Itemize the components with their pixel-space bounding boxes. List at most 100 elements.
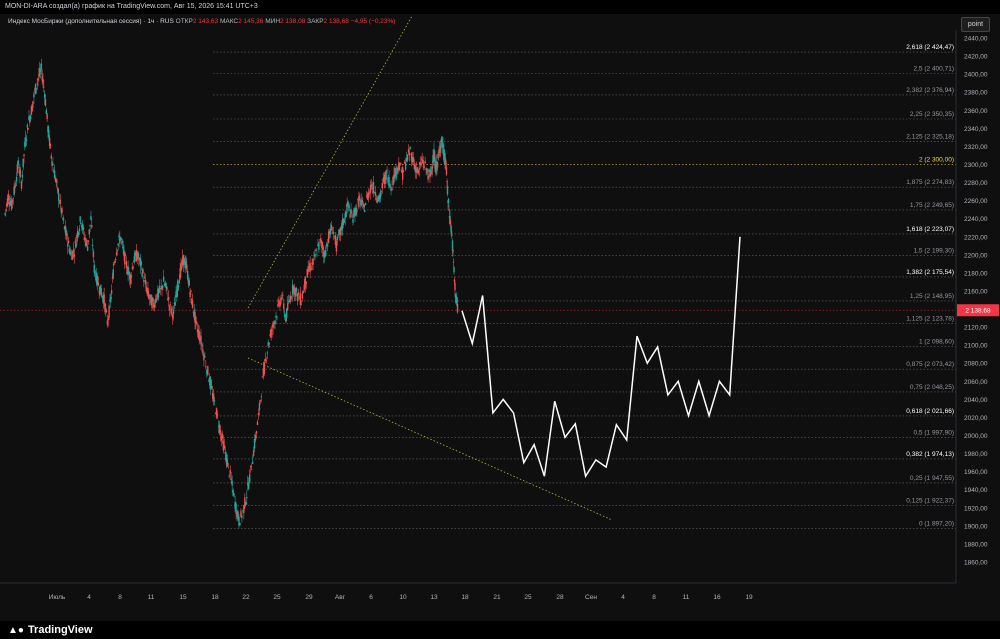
candle-body [66, 232, 68, 240]
candle-body [59, 199, 62, 204]
candle-body [172, 314, 174, 319]
candle-body [40, 63, 43, 70]
candle-body [224, 451, 227, 455]
candle-body [15, 184, 17, 187]
price-axis-label: 2360,00 [964, 108, 988, 115]
candle-body [162, 286, 164, 288]
point-button[interactable]: point [961, 17, 990, 32]
projection-path[interactable] [461, 236, 741, 479]
candle-body [418, 167, 420, 170]
candle-body [137, 251, 139, 258]
candle-body [231, 480, 233, 486]
candle-body [437, 153, 440, 155]
price-axis-label: 1900,00 [964, 523, 988, 530]
candle-body [49, 143, 52, 148]
candle-body [84, 237, 86, 240]
fib-level-label: 2,618 (2 424,47) [906, 44, 954, 51]
candle-body [201, 344, 203, 347]
candle-body [364, 203, 367, 206]
candle-body [75, 243, 77, 248]
candle-body [441, 136, 443, 144]
candle-body [350, 209, 352, 214]
price-axis-label: 2220,00 [964, 234, 988, 241]
candle-body [216, 414, 219, 416]
candle-body [127, 266, 129, 276]
candle-body [280, 297, 282, 304]
time-axis-label: 10 [399, 594, 407, 601]
candle-body [166, 286, 168, 290]
candle-body [195, 321, 198, 324]
candle-body [221, 434, 224, 439]
candle-body [79, 216, 81, 222]
candle-body [424, 161, 426, 164]
candle-body [43, 93, 46, 98]
candle-body [22, 158, 24, 168]
candle-body [278, 299, 280, 304]
candle-body [390, 187, 392, 191]
candle-body [227, 463, 229, 465]
time-axis-label: 15 [179, 594, 187, 601]
candle-body [254, 434, 257, 441]
upper-trend-line[interactable] [247, 15, 413, 309]
candle-body [347, 201, 349, 206]
time-axis-label: 4 [621, 594, 625, 601]
candle-body [97, 282, 100, 286]
candle-body [428, 169, 430, 172]
time-axis-label: 16 [713, 594, 721, 601]
fib-level-label: 0,75 (2 048,25) [910, 384, 954, 391]
candle-body [276, 316, 278, 318]
candle-body [80, 223, 82, 224]
candle-body [152, 297, 154, 301]
candle-body [385, 170, 387, 181]
lower-trend-line[interactable] [247, 357, 613, 521]
time-axis-label: 29 [305, 594, 313, 601]
candle-body [427, 175, 429, 180]
time-axis-label: 6 [369, 594, 373, 601]
candle-body [348, 205, 350, 209]
fib-level-label: 1,25 (2 148,95) [910, 293, 954, 300]
candle-body [91, 244, 94, 247]
candle-body [61, 208, 63, 213]
low-value: 2 138,08 [280, 18, 306, 25]
tradingview-mark-icon: ▲● [8, 625, 24, 636]
symbol-name: Индекс МосБиржи (дополнительная сессия) … [8, 18, 174, 25]
time-axis-label: 18 [211, 594, 219, 601]
low-label: МИН [265, 18, 281, 25]
price-axis-label: 1860,00 [964, 560, 988, 567]
price-axis-label: 2160,00 [964, 288, 988, 295]
candle-body [345, 211, 347, 217]
candle-body [287, 303, 289, 310]
high-label: МАКС [219, 18, 239, 25]
time-axis-label: 4 [87, 594, 91, 601]
candle-body [94, 270, 96, 274]
candle-body [229, 470, 231, 475]
fib-level-label: 0 (1 897,20) [919, 520, 954, 527]
candle-body [113, 264, 115, 266]
candle-body [312, 259, 314, 266]
candle-body [108, 305, 110, 318]
candle-body [168, 305, 171, 310]
candle-body [379, 192, 381, 199]
candle-body [186, 270, 189, 280]
time-axis-label: 18 [461, 594, 469, 601]
candle-body [86, 239, 88, 242]
candle-body [330, 225, 333, 231]
price-chart[interactable]: 0 (1 897,20) 0,125 (1 922,37) 0,25 (1 947,… [0, 0, 1000, 621]
candle-body [223, 445, 226, 449]
fib-level-label: 2,125 (2 325,18) [906, 134, 954, 141]
candle-body [363, 203, 365, 208]
candle-body [210, 380, 212, 390]
candle-body [177, 285, 180, 288]
candle-body [386, 169, 388, 171]
time-axis-label: Июль [49, 594, 66, 601]
candle-body [120, 239, 123, 241]
candle-body [258, 402, 261, 411]
candle-body [239, 522, 241, 526]
candle-body [174, 302, 176, 306]
candle-body [86, 246, 89, 251]
time-axis-label: 8 [652, 594, 656, 601]
candle-body [165, 283, 167, 287]
candle-body [417, 170, 420, 174]
fib-level-label: 0,875 (2 073,42) [906, 361, 954, 368]
candle-body [452, 250, 454, 253]
